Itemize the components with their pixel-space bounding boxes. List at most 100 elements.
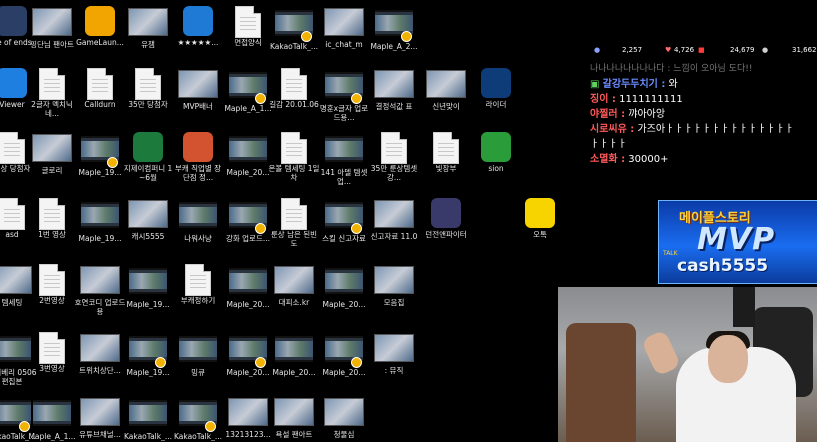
video-file-icon <box>81 202 119 228</box>
image-file-icon <box>80 398 120 426</box>
icon-graphic <box>324 136 364 166</box>
desktop-icon[interactable]: GameLaun... <box>74 6 126 72</box>
desktop-icon[interactable]: Maple_20... <box>268 332 320 398</box>
desktop-icon[interactable]: 오톡 <box>514 198 557 264</box>
desktop-icon[interactable]: 글로리 <box>26 132 78 198</box>
desktop-icon[interactable]: 빛장부 <box>420 132 472 198</box>
desktop-icon[interactable]: Maple_A_1... <box>26 396 78 442</box>
desktop-icon[interactable]: 호연코디 업로드용 <box>74 264 126 330</box>
desktop-icon[interactable]: ic_chat_m <box>318 6 370 72</box>
desktop-icon[interactable]: Calldurn <box>74 68 126 134</box>
desktop-icon[interactable]: 지제이컴퍼니 1~6월 <box>122 132 174 198</box>
desktop-icon-label: Maple_20... <box>322 368 366 377</box>
stat-1: 2,257 <box>622 46 643 54</box>
desktop-icon[interactable]: 부캐 직업별 장단점 정... <box>172 132 224 198</box>
desktop-icon[interactable]: 룬상 남은 된빈도 <box>268 198 320 264</box>
desktop-icon[interactable]: 2번영상 <box>26 264 78 330</box>
desktop-icon[interactable]: 나워사냥 <box>172 198 224 264</box>
desktop-icon[interactable]: 대피소.kr <box>268 264 320 330</box>
desktop-icon[interactable]: 유잼 <box>122 6 174 72</box>
desktop-icon-label: 호연코디 업로드용 <box>74 298 126 316</box>
desktop-icon[interactable]: 욕설 팬아트 <box>268 396 320 442</box>
desktop-icon[interactable]: 라이더 <box>470 68 522 134</box>
desktop-icon-label: Maple_20... <box>272 368 316 377</box>
desktop-icon[interactable]: 결정석값 표 <box>368 68 420 134</box>
desktop-icon[interactable]: 141 아델 템셋 업... <box>318 132 370 198</box>
desktop-icon[interactable]: 13213123... <box>222 396 274 442</box>
desktop-icon[interactable]: Maple_20... <box>222 132 274 198</box>
desktop-icon[interactable]: Maple_19... <box>122 332 174 398</box>
desktop-icon[interactable]: 신년맞이 <box>420 68 472 134</box>
badge-icon: ▣ <box>590 79 600 90</box>
desktop-icon[interactable]: 온볼 템세팅 1일차 <box>268 132 320 198</box>
desktop-icon[interactable]: 핑단님 팬아트 <box>26 6 78 72</box>
streamer-head <box>708 335 748 383</box>
icon-graphic <box>274 198 314 230</box>
desktop-icon[interactable]: 35만 룬상템셋강... <box>368 132 420 198</box>
image-file-icon <box>32 134 72 162</box>
desktop-icon[interactable]: 신고자료 11.0 <box>368 198 420 264</box>
desktop-icon[interactable]: 2글자 멕치닉네... <box>26 68 78 134</box>
desktop-icon-label: 청물심 <box>333 430 355 439</box>
desktop-icon[interactable]: 트위치상단... <box>74 332 126 398</box>
desktop-icon[interactable]: Maple_A_1... <box>222 68 274 134</box>
image-file-icon <box>274 266 314 294</box>
icon-graphic <box>32 8 72 38</box>
desktop-icon[interactable]: Maple_19... <box>74 132 126 198</box>
desktop-icon[interactable]: 유튜브채널... <box>74 396 126 442</box>
video-file-icon <box>229 136 267 162</box>
desktop-icon[interactable]: KakaoTalk_... <box>172 396 224 442</box>
icon-graphic <box>80 136 120 168</box>
desktop-icon[interactable]: Maple_20... <box>318 332 370 398</box>
desktop-icon[interactable]: sion <box>470 132 522 198</box>
video-file-icon <box>129 400 167 426</box>
shortcut-badge-icon <box>107 157 118 168</box>
desktop-icon-label: Maple_19... <box>78 234 122 243</box>
desktop-icon[interactable]: Maple_20... <box>222 264 274 330</box>
desktop-icon[interactable]: 3번영상 <box>26 332 78 398</box>
desktop-icon[interactable]: MVP배너 <box>172 68 224 134</box>
desktop-icon[interactable]: Maple_19... <box>74 198 126 264</box>
desktop-icon[interactable]: 스킬 신고자료 <box>318 198 370 264</box>
desktop-icon-label: Maple_19... <box>78 168 122 177</box>
desktop-icon[interactable]: 던전앤파이터 <box>420 198 472 264</box>
desktop-icon[interactable]: Maple_A_2... <box>368 6 420 72</box>
desktop-icon[interactable]: 명훈x글자 업로드용... <box>318 68 370 134</box>
icon-graphic <box>128 336 168 368</box>
desktop-icon[interactable]: 청물심 <box>318 396 370 442</box>
desktop-icon-label: sion <box>488 164 504 173</box>
shortcut-badge-icon <box>301 31 312 42</box>
desktop-icon[interactable]: 캐시5555 <box>122 198 174 264</box>
desktop-icon[interactable]: 강화 업로드... <box>222 198 274 264</box>
desktop[interactable]: ue of ends핑단님 팬아트GameLaun...유잼★★★★★...면접… <box>0 0 557 442</box>
video-file-icon <box>179 202 217 228</box>
icon-graphic <box>178 264 218 296</box>
desktop-icon[interactable]: 밍큐 <box>172 332 224 398</box>
icon-graphic <box>32 134 72 164</box>
chat-overlay: 나나나나나나나나다 : 느낌이 오아님 도다!! ▣ 갈강두두치기 : 와 징이… <box>590 62 817 167</box>
video-file-icon <box>33 400 71 426</box>
desktop-icon[interactable]: Maple_20... <box>318 264 370 330</box>
chat-text: 가즈아ㅏㅏㅏㅏㅏㅏㅏㅏㅏㅏㅏㅏㅏㅏ <box>637 124 794 135</box>
desktop-icon[interactable]: Maple_20... <box>222 332 274 398</box>
desktop-icon[interactable]: 길감 20.01.06 <box>268 68 320 134</box>
desktop-icon[interactable]: KakaoTalk_... <box>122 396 174 442</box>
image-file-icon <box>128 200 168 228</box>
desktop-icon[interactable]: ★★★★★... <box>172 6 224 72</box>
desktop-icon-label: Maple_19... <box>126 300 170 309</box>
document-icon <box>39 198 65 230</box>
desktop-icon[interactable]: 모음집 <box>368 264 420 330</box>
desktop-icon[interactable]: 부캐정하기 <box>172 264 224 330</box>
desktop-icon[interactable]: : 뮤직 <box>368 332 420 398</box>
desktop-icon[interactable]: 면접양식 <box>222 6 274 72</box>
desktop-icon[interactable]: Maple_19... <box>122 264 174 330</box>
desktop-icon-label: Maple_19... <box>126 368 170 377</box>
icon-graphic <box>274 266 314 296</box>
icon-graphic <box>128 268 168 298</box>
chat-nick: 갈강두두치기 : <box>602 79 666 90</box>
document-icon <box>281 198 307 230</box>
desktop-icon[interactable]: 35만 당첨자 <box>122 68 174 134</box>
icon-graphic <box>32 332 72 364</box>
desktop-icon[interactable]: 1번 영상 <box>26 198 78 264</box>
desktop-icon[interactable]: KakaoTalk_... <box>268 6 320 72</box>
